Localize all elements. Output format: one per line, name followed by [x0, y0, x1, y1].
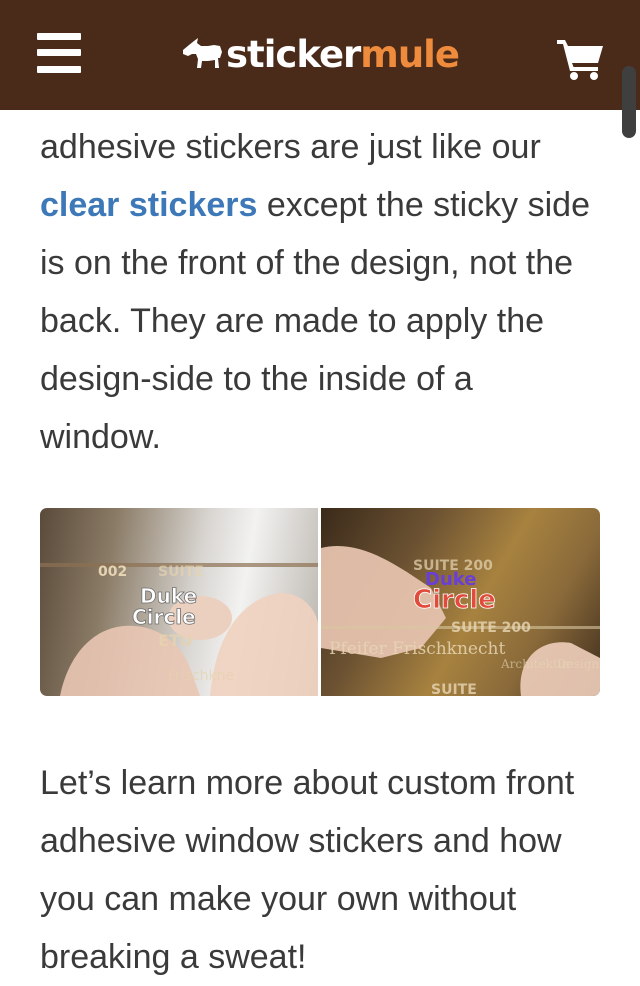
stickermule-logo[interactable]: stickermule: [180, 29, 460, 79]
photo-right-text-frischknecht: Pfeifer Frischknecht: [329, 639, 505, 659]
photo-left-text-circle: Circle: [132, 605, 196, 629]
logo-wordmark: stickermule: [226, 32, 460, 76]
logo-text-mule: mule: [360, 32, 460, 76]
photo-right-text-suite200-lower: SUITE 200: [451, 620, 531, 636]
photo-right-text-suite: SUITE: [431, 682, 477, 696]
article-body: adhesive stickers are just like our clea…: [40, 118, 600, 466]
photo-left-text-suite: SUITE: [158, 564, 204, 580]
top-navigation-bar: stickermule: [0, 0, 640, 110]
logo-text-sticker: sticker: [226, 32, 361, 76]
photo-left-text-frischkne: Frischkne: [168, 668, 234, 684]
product-photo-panel: 002 SUITE Duke Circle ETU Frischkne SUIT…: [40, 508, 600, 696]
photo-applying-sticker-right: SUITE 200 Duke Circle SUITE 200 Pfeifer …: [321, 508, 600, 696]
photo-left-text-etu: ETU: [158, 631, 193, 650]
photo-right-text-design: Design: [557, 657, 599, 671]
photo-right-illustration: SUITE 200 Duke Circle SUITE 200 Pfeifer …: [321, 546, 600, 696]
menu-icon[interactable]: [37, 33, 81, 73]
photo-applying-sticker-left: 002 SUITE Duke Circle ETU Frischkne: [40, 508, 318, 696]
scrollbar-thumb[interactable]: [622, 66, 636, 138]
cart-icon[interactable]: [557, 38, 605, 80]
photo-left-illustration: 002 SUITE Duke Circle ETU Frischkne: [40, 563, 318, 696]
photo-right-text-circle: Circle: [413, 585, 496, 615]
para1-text-after: except the sticky side is on the front o…: [40, 186, 591, 456]
article-paragraph-2: Let’s learn more about custom front adhe…: [40, 764, 575, 976]
mule-icon: [183, 38, 222, 68]
clear-stickers-link[interactable]: clear stickers: [40, 186, 257, 224]
article-paragraph: adhesive stickers are just like our clea…: [40, 118, 600, 466]
para1-text-before: adhesive stickers are just like our: [40, 128, 541, 166]
photo-left-text-002: 002: [98, 564, 127, 580]
